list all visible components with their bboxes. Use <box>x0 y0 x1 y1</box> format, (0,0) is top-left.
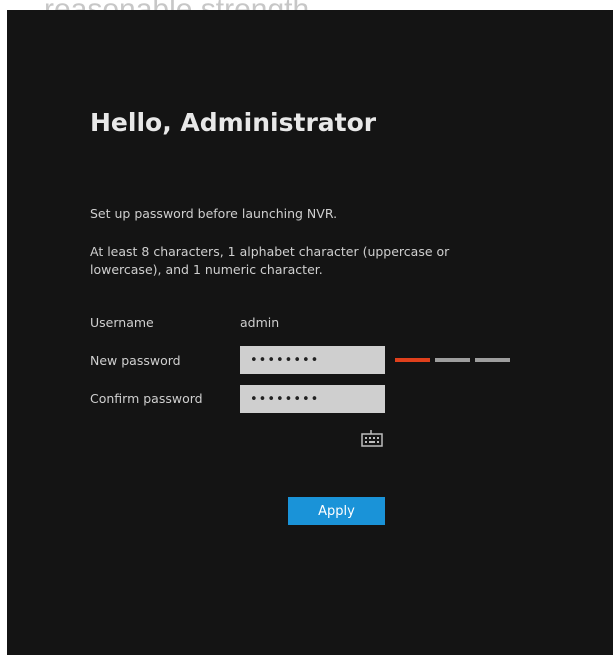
strength-segment-3 <box>475 358 510 362</box>
keyboard-icon[interactable] <box>361 429 383 447</box>
page: reasonable strength. Hello, Administrato… <box>0 0 613 655</box>
requirements-text: At least 8 characters, 1 alphabet charac… <box>90 244 450 277</box>
username-value: admin <box>240 315 280 330</box>
strength-segment-1 <box>395 358 430 362</box>
setup-screen: Hello, Administrator Set up password bef… <box>7 10 613 655</box>
strength-segment-2 <box>435 358 470 362</box>
new-password-label: New password <box>90 353 181 368</box>
apply-button[interactable]: Apply <box>288 497 385 525</box>
page-title: Hello, Administrator <box>90 108 377 137</box>
password-strength-meter <box>395 358 510 362</box>
confirm-password-label: Confirm password <box>90 391 203 406</box>
confirm-password-field[interactable] <box>240 385 385 413</box>
intro-text: Set up password before launching NVR. <box>90 206 338 221</box>
username-label: Username <box>90 315 154 330</box>
new-password-field[interactable] <box>240 346 385 374</box>
